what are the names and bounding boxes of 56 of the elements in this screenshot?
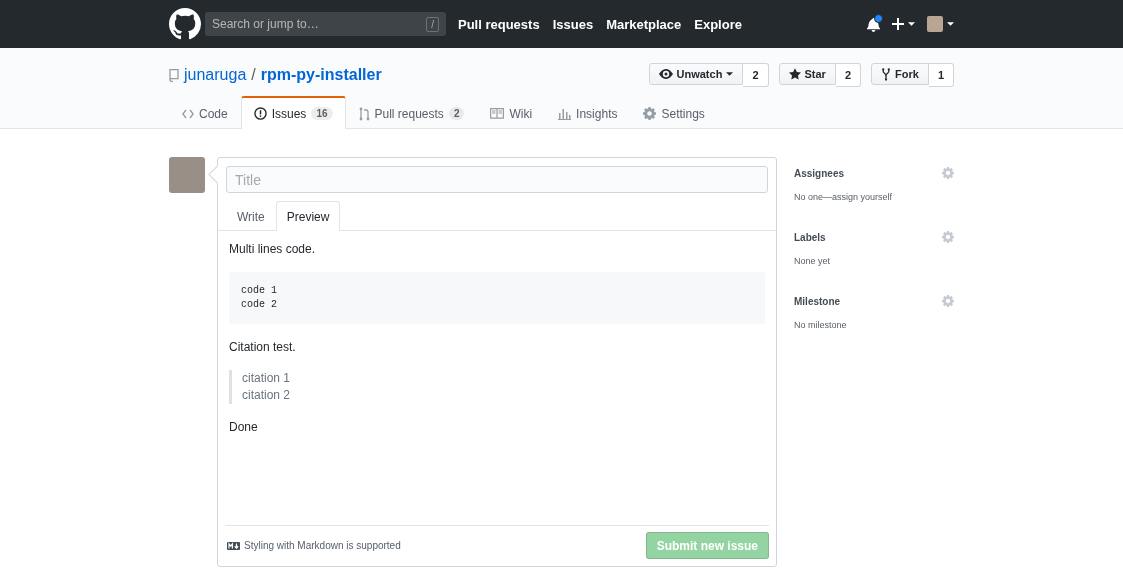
fork-icon	[881, 67, 892, 81]
owner-link[interactable]: junaruga	[184, 66, 247, 84]
count-badge: 2	[448, 107, 465, 120]
quote-block: citation 1 citation 2	[229, 370, 765, 404]
count-badge: 16	[311, 107, 333, 120]
star-icon	[788, 68, 801, 80]
nav-link[interactable]: Explore	[694, 16, 742, 32]
repo-tab[interactable]: Pull requests 2	[345, 97, 478, 129]
markdown-note: Styling with Markdown is supported	[244, 540, 401, 551]
bar-graph-icon	[558, 107, 572, 120]
settings-icon	[643, 107, 657, 120]
eye-icon	[658, 69, 673, 79]
repo-tab[interactable]: Issues 16	[240, 96, 346, 129]
caret-icon	[726, 72, 734, 76]
caret-icon	[947, 22, 954, 26]
fork-button[interactable]: Fork	[871, 63, 929, 85]
repo-tab[interactable]: Wiki	[477, 97, 546, 129]
count-link[interactable]: 1	[928, 63, 954, 87]
repository-icon	[169, 68, 179, 82]
markdown-icon	[227, 541, 240, 550]
star-button[interactable]: Star	[778, 63, 836, 85]
nav-link[interactable]: Issues	[552, 16, 594, 32]
repository-link[interactable]: rpm-py-installer	[260, 66, 382, 84]
paragraph-text: Done	[229, 420, 259, 434]
book-icon	[490, 108, 505, 119]
section-value: No milestone	[794, 320, 848, 330]
editor-tab[interactable]: Preview	[275, 201, 341, 231]
repo-tab[interactable]: Code	[169, 97, 241, 129]
section-heading: Assignees	[794, 167, 845, 179]
watch-button[interactable]: Unwatch	[648, 63, 744, 85]
caret-icon	[908, 22, 915, 26]
avatar-placeholder	[169, 157, 205, 193]
section-heading: Milestone	[794, 295, 841, 307]
editor-tab[interactable]: Write	[226, 201, 276, 231]
repo-tab[interactable]: Insights	[545, 97, 631, 129]
shortcut-key: /	[426, 17, 439, 32]
issue-icon	[253, 107, 267, 120]
pull-request-icon	[358, 106, 370, 121]
section-heading: Labels	[794, 231, 826, 243]
count-link[interactable]: 2	[743, 63, 769, 87]
count-link[interactable]: 2	[835, 63, 862, 87]
paragraph-text: Citation test.	[229, 340, 297, 354]
nav-link[interactable]: Marketplace	[606, 16, 682, 32]
section-value: No one—assign yourself	[794, 192, 894, 202]
logo-icon[interactable]	[169, 8, 201, 40]
title-field[interactable]: Title	[226, 166, 768, 193]
bell-icon[interactable]	[867, 16, 880, 32]
paragraph-text: Multi lines code.	[229, 242, 317, 256]
profile-button[interactable]	[927, 16, 954, 32]
code-block: code 1 code 2	[229, 272, 765, 324]
repo-tab[interactable]: Settings	[630, 97, 718, 129]
new-button[interactable]	[892, 18, 915, 30]
path-separator: /	[251, 66, 256, 84]
code-icon	[182, 108, 194, 119]
section-value: None yet	[794, 256, 832, 266]
nav-link[interactable]: Pull requests	[458, 16, 540, 32]
